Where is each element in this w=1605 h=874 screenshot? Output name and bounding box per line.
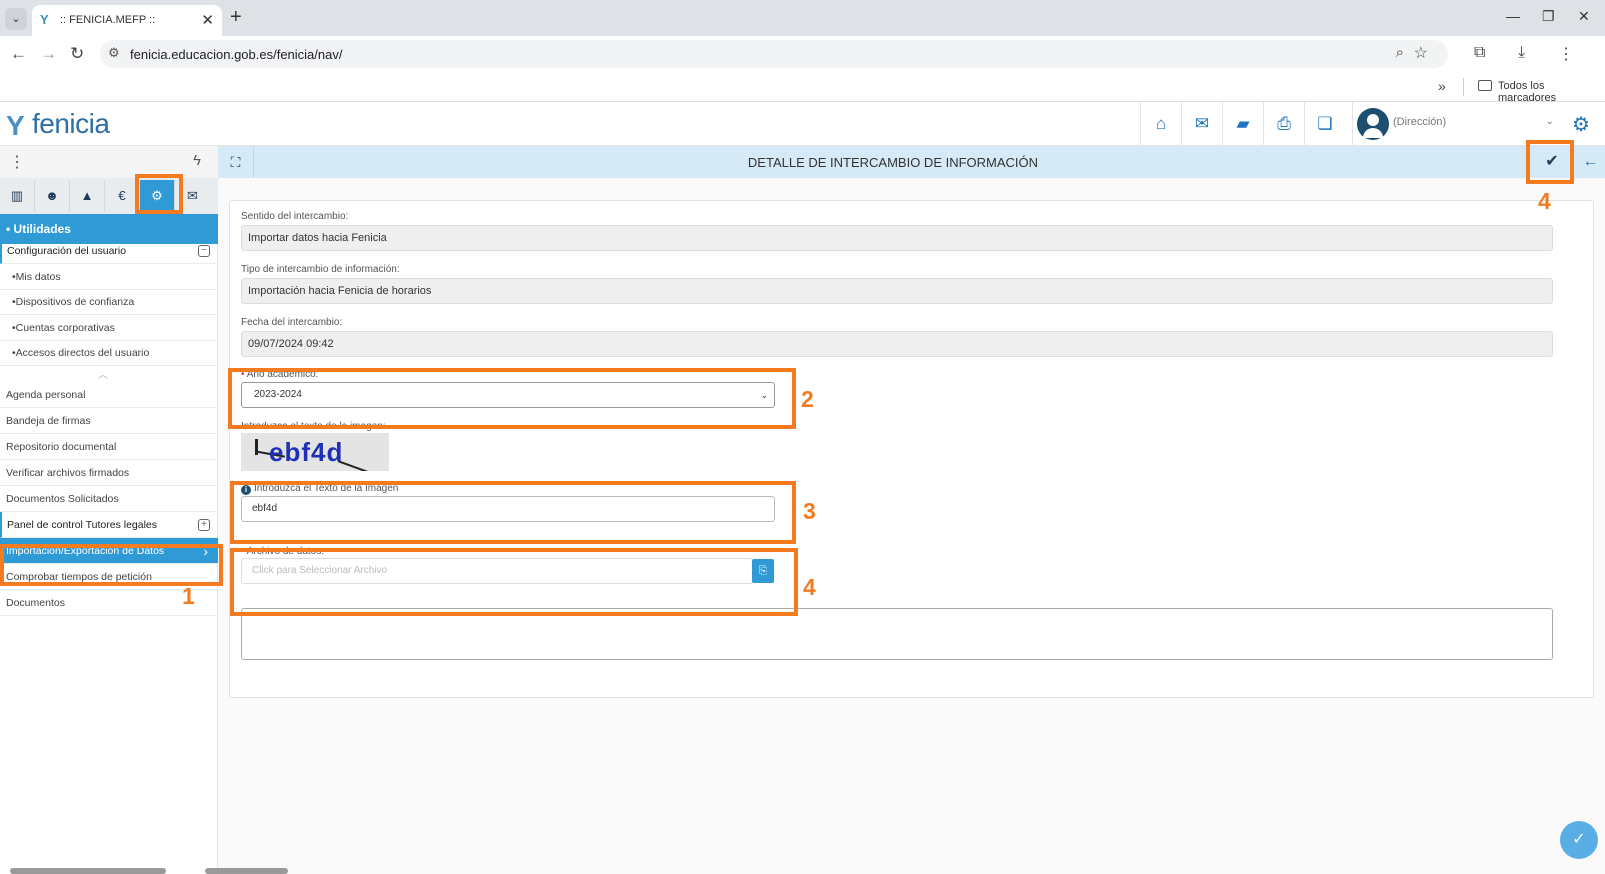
sidebar: ⋮ ϟ ▥ ☻ ▲ € ⚙ ✉ • Utilidades Configuraci… — [0, 146, 218, 874]
url-text: fenicia.educacion.gob.es/fenicia/nav/ — [130, 47, 343, 62]
annotation-number-2: 2 — [801, 386, 814, 412]
sidebar-item-cuentas[interactable]: •Cuentas corporativas — [0, 315, 218, 341]
menu-kebab-icon[interactable]: ⋮ — [1558, 44, 1574, 64]
forward-arrow-icon[interactable]: → — [40, 44, 57, 64]
download-icon[interactable]: ⤓ — [1518, 44, 1525, 62]
tipo-field: Importación hacia Fenicia de horarios — [241, 278, 1553, 304]
annotation-box-import — [0, 544, 223, 586]
annotation-number-3: 3 — [803, 498, 816, 524]
sidebar-item-mis-datos[interactable]: •Mis datos — [0, 264, 218, 290]
bookmarks-separator — [1463, 78, 1464, 96]
browser-toolbar: ← → ↻ ⚙ fenicia.educacion.gob.es/fenicia… — [0, 36, 1605, 72]
sidebar-toolbar: ⋮ ϟ — [0, 146, 218, 178]
captcha-text: ebf4d — [269, 437, 344, 467]
site-settings-icon[interactable]: ⚙ — [108, 45, 120, 61]
content-header: ⛶ DETALLE DE INTERCAMBIO DE INFORMACIÓN … — [218, 146, 1605, 178]
home-icon[interactable]: ⌂ — [1140, 102, 1181, 146]
collapse-minus-icon[interactable]: − — [198, 245, 210, 257]
sidebar-group-configuracion[interactable]: Configuración del usuario − — [0, 238, 218, 264]
annotation-box-captcha-input — [230, 481, 796, 544]
mail-open-icon[interactable]: ✉ — [1181, 102, 1222, 146]
sidebar-item-documentos-solicitados[interactable]: Documentos Solicitados — [0, 486, 218, 512]
window-close-icon[interactable]: ✕ — [1578, 8, 1590, 25]
graduation-cap-icon[interactable]: ▲ — [70, 180, 105, 212]
folder-open-icon[interactable]: ▰ — [1222, 102, 1263, 146]
caret-down-icon: ⌄ — [1545, 116, 1554, 127]
chevron-up-icon[interactable]: ︿ — [98, 366, 108, 381]
tipo-label: Tipo de intercambio de información: — [241, 264, 400, 275]
annotation-number-4-bottom: 4 — [803, 574, 816, 600]
horizontal-scrollbar-secondary[interactable] — [205, 868, 288, 874]
reload-icon[interactable]: ↻ — [70, 44, 84, 64]
app-logo-text[interactable]: fenicia — [32, 108, 110, 140]
bookmark-star-icon[interactable]: ☆ — [1414, 43, 1428, 63]
users-icon[interactable]: ☻ — [35, 180, 70, 212]
building-icon[interactable]: ▥ — [0, 180, 35, 212]
sidebar-item-repositorio[interactable]: Repositorio documental — [0, 434, 218, 460]
vertical-dots-icon[interactable]: ⋮ — [9, 152, 25, 172]
back-arrow-icon[interactable]: ← — [10, 44, 27, 64]
browser-tab[interactable]: Y :: FENICIA.MEFP :: ✕ — [32, 5, 222, 36]
tab-list-chevron-icon[interactable]: ⌄ — [5, 8, 27, 30]
fenicia-favicon-icon: Y — [40, 12, 49, 27]
annotation-box-anio — [228, 368, 796, 429]
folder-icon — [1478, 80, 1492, 91]
sidebar-group-label: Panel de control Tutores legales — [7, 519, 158, 531]
new-tab-plus-icon[interactable]: + — [230, 6, 242, 29]
sidebar-item-bandeja[interactable]: Bandeja de firmas — [0, 408, 218, 434]
page-title: DETALLE DE INTERCAMBIO DE INFORMACIÓN — [747, 155, 1039, 170]
annotation-number-4-top: 4 — [1538, 188, 1551, 214]
bookmarks-overflow-icon[interactable]: » — [1438, 78, 1446, 94]
floating-check-button[interactable]: ✓ — [1560, 821, 1598, 859]
settings-gear-icon[interactable]: ⚙ — [1572, 112, 1590, 137]
zoom-icon[interactable]: ⌕ — [1396, 44, 1404, 61]
sidebar-item-accesos[interactable]: •Accesos directos del usuario — [0, 340, 218, 366]
bookmarks-bar: » Todos los marcadores — [0, 72, 1605, 104]
horizontal-scrollbar[interactable] — [10, 868, 166, 874]
expand-plus-icon[interactable]: + — [198, 519, 210, 531]
restore-icon[interactable]: ❐ — [1542, 8, 1555, 25]
address-bar[interactable]: ⚙ fenicia.educacion.gob.es/fenicia/nav/ … — [100, 40, 1448, 68]
annotation-box-save — [1526, 140, 1574, 184]
tab-title: :: FENICIA.MEFP :: — [60, 14, 156, 26]
sidebar-item-agenda[interactable]: Agenda personal — [0, 382, 218, 408]
fenicia-logo-icon: Y — [6, 110, 25, 141]
fecha-field: 09/07/2024 09:42 — [241, 331, 1553, 357]
sidebar-item-verificar[interactable]: Verificar archivos firmados — [0, 460, 218, 486]
sidebar-item-dispositivos[interactable]: •Dispositivos de confianza — [0, 289, 218, 315]
sidebar-module-tabs: ▥ ☻ ▲ € ⚙ ✉ — [0, 178, 218, 214]
sidebar-group-tutores[interactable]: Panel de control Tutores legales + — [0, 512, 218, 538]
sentido-label: Sentido del intercambio: — [241, 211, 349, 222]
annotation-box-archivo — [230, 548, 798, 616]
extensions-icon[interactable]: ⧉ — [1474, 44, 1485, 62]
all-bookmarks-link[interactable]: Todos los marcadores — [1498, 80, 1605, 104]
user-role: (Dirección) — [1393, 116, 1447, 128]
annotation-box-utilities — [135, 174, 183, 214]
print-icon[interactable]: ⎙ — [1263, 102, 1304, 146]
documents-icon[interactable]: ❏ — [1304, 102, 1345, 146]
browser-tab-bar: ⌄ Y :: FENICIA.MEFP :: ✕ + — ❐ ✕ — [0, 0, 1605, 36]
avatar — [1357, 108, 1389, 140]
app-header: Y fenicia ⌂ ✉ ▰ ⎙ ❏ (Dirección) ⌄ ⚙ — [0, 102, 1605, 146]
sidebar-group-label: Configuración del usuario — [7, 245, 127, 257]
minimize-icon[interactable]: — — [1506, 8, 1520, 24]
captcha-image: ebf4d — [241, 433, 389, 471]
sentido-field: Importar datos hacia Fenicia — [241, 225, 1553, 251]
annotation-number-1: 1 — [182, 583, 195, 609]
fecha-label: Fecha del intercambio: — [241, 317, 343, 328]
bolt-icon[interactable]: ϟ — [193, 152, 201, 169]
tab-close-icon[interactable]: ✕ — [201, 11, 214, 29]
form-panel: Sentido del intercambio: Importar datos … — [229, 200, 1594, 698]
back-arrow-button[interactable]: ← — [1576, 146, 1605, 178]
